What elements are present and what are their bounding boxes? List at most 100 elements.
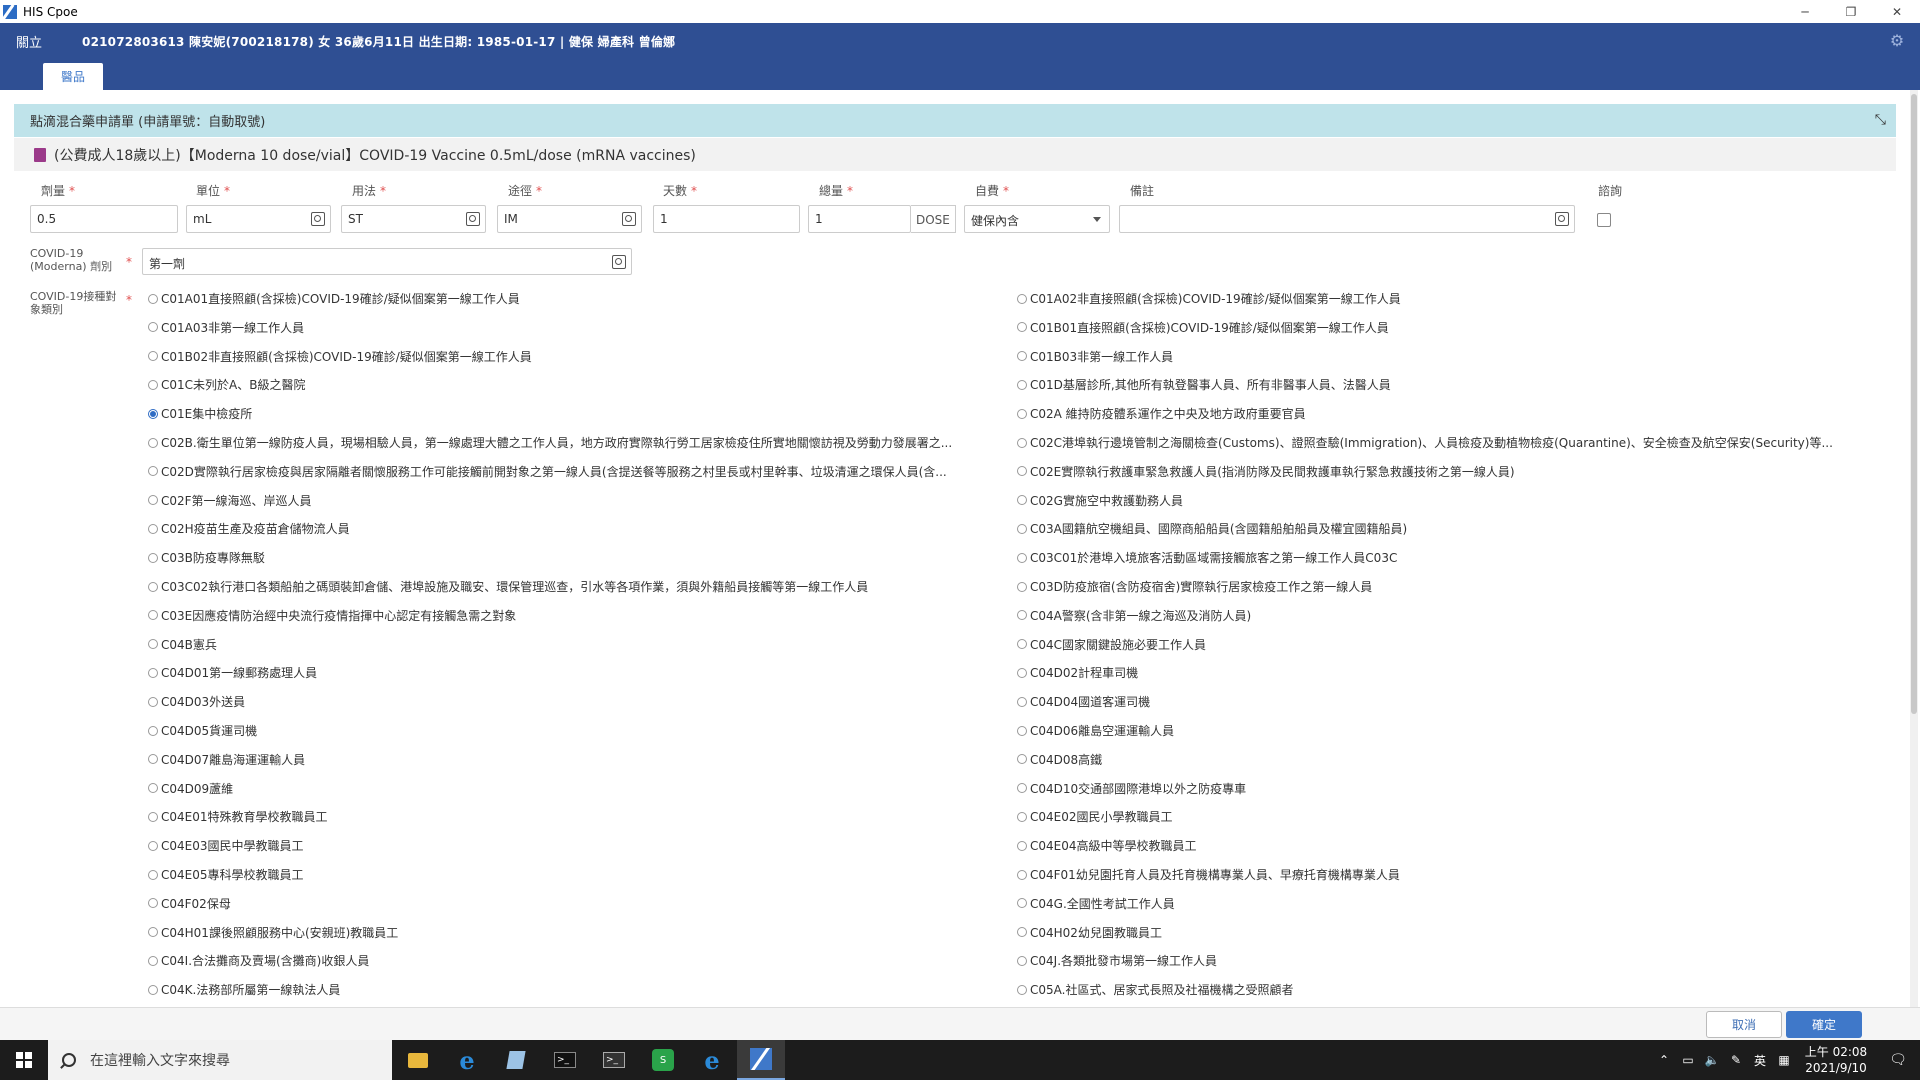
category-radio[interactable]: C04E05專科學校教職員工 xyxy=(148,866,1008,883)
radio-button[interactable] xyxy=(148,466,158,477)
radio-button[interactable] xyxy=(148,495,158,506)
category-radio[interactable]: C05A.社區式、居家式長照及社福機構之受照顧者 xyxy=(1017,981,1877,998)
category-radio[interactable]: C04I.合法攤商及賣場(含攤商)收銀人員 xyxy=(148,952,1008,969)
radio-button[interactable] xyxy=(148,696,158,707)
ime-mode-icon[interactable]: ▦ xyxy=(1772,1053,1796,1067)
radio-button[interactable] xyxy=(148,351,158,362)
category-radio[interactable]: C02E實際執行救護車緊急救護人員(指消防隊及民間救護車執行緊急救護技術之第一線… xyxy=(1017,463,1877,480)
search-icon[interactable] xyxy=(622,212,636,226)
radio-button[interactable] xyxy=(1017,869,1027,880)
category-radio[interactable]: C01A03非第一線工作人員 xyxy=(148,319,1008,336)
radio-button[interactable] xyxy=(148,667,158,678)
radio-button[interactable] xyxy=(1017,639,1027,650)
radio-button[interactable] xyxy=(148,811,158,822)
radio-button[interactable] xyxy=(1017,984,1027,995)
category-radio[interactable]: C04C國家關鍵設施必要工作人員 xyxy=(1017,636,1877,653)
radio-button[interactable] xyxy=(148,639,158,650)
radio-button[interactable] xyxy=(1017,667,1027,678)
radio-button[interactable] xyxy=(148,754,158,765)
category-radio[interactable]: C03B防疫專隊無駁 xyxy=(148,549,1008,566)
close-window-button[interactable]: ✕ xyxy=(1874,0,1920,23)
console-icon[interactable]: >_ xyxy=(590,1040,638,1080)
radio-button[interactable] xyxy=(1017,322,1027,333)
category-radio[interactable]: C04E02國民小學教職員工 xyxy=(1017,808,1877,825)
search-icon[interactable] xyxy=(466,212,480,226)
radio-button[interactable] xyxy=(148,437,158,448)
close-patient-button[interactable]: 關立 xyxy=(16,32,42,51)
file-explorer-icon[interactable] xyxy=(394,1040,442,1080)
category-radio[interactable]: C04D10交通部國際港埠以外之防疫專車 xyxy=(1017,780,1877,797)
volume-icon[interactable]: 🔈 xyxy=(1700,1053,1724,1067)
category-radio[interactable]: C04K.法務部所屬第一線執法人員 xyxy=(148,981,1008,998)
radio-button[interactable] xyxy=(1017,466,1027,477)
category-radio[interactable]: C02H疫苗生產及疫苗倉儲物流人員 xyxy=(148,520,1008,537)
search-icon[interactable] xyxy=(311,212,325,226)
radio-button[interactable] xyxy=(1017,351,1027,362)
category-radio[interactable]: C04E01特殊教育學校教職員工 xyxy=(148,808,1008,825)
radio-button[interactable] xyxy=(148,955,158,966)
category-radio[interactable]: C04D02計程車司機 xyxy=(1017,664,1877,681)
radio-button[interactable] xyxy=(148,927,158,938)
usage-input[interactable]: ST xyxy=(341,205,486,233)
category-radio[interactable]: C04H02幼兒園教職員工 xyxy=(1017,924,1877,941)
category-radio[interactable]: C04D08高鐵 xyxy=(1017,751,1877,768)
category-radio[interactable]: C04E04高級中等學校教職員工 xyxy=(1017,837,1877,854)
category-radio[interactable]: C04D06離島空運運輸人員 xyxy=(1017,722,1877,739)
remark-input[interactable] xyxy=(1119,205,1575,233)
radio-button[interactable] xyxy=(1017,379,1027,390)
consult-checkbox[interactable] xyxy=(1597,213,1611,227)
radio-button[interactable] xyxy=(1017,610,1027,621)
radio-button[interactable] xyxy=(148,581,158,592)
category-radio[interactable]: C02B.衛生單位第一線防疫人員，現場相驗人員，第一線處理大體之工作人員，地方政… xyxy=(148,434,1008,451)
radio-button[interactable] xyxy=(1017,811,1027,822)
radio-button[interactable] xyxy=(1017,898,1027,909)
radio-button[interactable] xyxy=(148,840,158,851)
radio-button[interactable] xyxy=(1017,293,1027,304)
cancel-button[interactable]: 取消 xyxy=(1706,1011,1782,1038)
category-radio[interactable]: C03C02執行港口各類船舶之碼頭裝卸倉儲、港埠設施及職安、環保管理巡查，引水等… xyxy=(148,578,1008,595)
category-radio[interactable]: C04B憲兵 xyxy=(148,636,1008,653)
network-icon[interactable]: ▭ xyxy=(1676,1053,1700,1067)
radio-button[interactable] xyxy=(148,898,158,909)
radio-button[interactable] xyxy=(148,408,158,419)
category-radio[interactable]: C02A 維持防疫體系運作之中央及地方政府重要官員 xyxy=(1017,405,1877,422)
category-radio[interactable]: C02F第一線海巡、岸巡人員 xyxy=(148,492,1008,509)
category-radio[interactable]: C04G.全國性考試工作人員 xyxy=(1017,895,1877,912)
unit-input[interactable]: mL xyxy=(186,205,331,233)
category-radio[interactable]: C04D07離島海運運輸人員 xyxy=(148,751,1008,768)
collapse-icon[interactable]: ⤡ xyxy=(1875,112,1886,128)
category-radio[interactable]: C04D04國道客運司機 xyxy=(1017,693,1877,710)
taskbar-search[interactable]: 在這裡輸入文字來搜尋 xyxy=(48,1040,392,1080)
scrollbar-thumb[interactable] xyxy=(1911,94,1917,714)
search-icon[interactable] xyxy=(612,255,626,269)
terminal-icon[interactable]: >_ xyxy=(541,1040,589,1080)
radio-button[interactable] xyxy=(148,783,158,794)
category-radio[interactable]: C01B03非第一線工作人員 xyxy=(1017,348,1877,365)
radio-button[interactable] xyxy=(148,725,158,736)
radio-button[interactable] xyxy=(1017,696,1027,707)
total-input[interactable]: 1 xyxy=(808,205,911,233)
notes-app-icon[interactable] xyxy=(492,1040,540,1080)
category-radio[interactable]: C03A國籍航空機組員、國際商船船員(含國籍船舶船員及權宜國籍船員) xyxy=(1017,520,1877,537)
sogou-app-icon[interactable]: S xyxy=(639,1040,687,1080)
category-radio[interactable]: C02D實際執行居家檢疫與居家隔離者關懷服務工作可能接觸前開對象之第一線人員(含… xyxy=(148,463,1008,480)
dose-input[interactable]: 0.5 xyxy=(30,205,178,233)
category-radio[interactable]: C03D防疫旅宿(含防疫宿舍)實際執行居家檢疫工作之第一線人員 xyxy=(1017,578,1877,595)
confirm-button[interactable]: 確定 xyxy=(1786,1011,1862,1038)
radio-button[interactable] xyxy=(148,984,158,995)
category-radio[interactable]: C03E因應疫情防治經中央流行疫情指揮中心認定有接觸急需之對象 xyxy=(148,607,1008,624)
category-radio[interactable]: C02G實施空中救護勤務人員 xyxy=(1017,492,1877,509)
chevron-up-icon[interactable]: ⌃ xyxy=(1652,1053,1676,1067)
category-radio[interactable]: C04E03國民中學教職員工 xyxy=(148,837,1008,854)
restore-button[interactable]: ❐ xyxy=(1828,0,1874,23)
notification-icon[interactable]: 🗨 xyxy=(1876,1052,1920,1068)
category-radio[interactable]: C01B01直接照顧(含採檢)COVID-19確診/疑似個案第一線工作人員 xyxy=(1017,319,1877,336)
start-button[interactable] xyxy=(0,1040,48,1080)
radio-button[interactable] xyxy=(1017,754,1027,765)
category-radio[interactable]: C03C01於港埠入境旅客活動區域需接觸旅客之第一線工作人員C03C xyxy=(1017,549,1877,566)
category-radio[interactable]: C04H01課後照顧服務中心(安親班)教職員工 xyxy=(148,924,1008,941)
category-radio[interactable]: C04D09蘆維 xyxy=(148,780,1008,797)
internet-explorer-icon[interactable]: e xyxy=(443,1040,491,1080)
radio-button[interactable] xyxy=(148,293,158,304)
scrollbar[interactable] xyxy=(1910,90,1918,1007)
